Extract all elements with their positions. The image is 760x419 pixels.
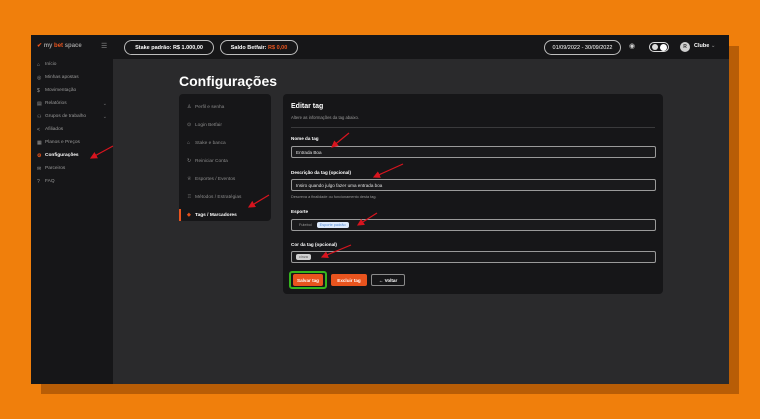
- delete-tag-button[interactable]: Excluir tag: [331, 274, 367, 286]
- sidebar: ⌂ Início ◎ Minhas apostas $ Movimentação…: [31, 59, 113, 384]
- form-title: Editar tag: [291, 103, 324, 110]
- edit-tag-form: Editar tag Altere as informações da tag …: [283, 94, 663, 294]
- chevron-down-icon: ⌄: [102, 113, 107, 120]
- tag-description-input[interactable]: Insiro quando julgo fazer uma entrada bo…: [291, 179, 656, 191]
- group-icon: ⚇: [37, 113, 42, 120]
- settings-item-perfil[interactable]: ♙ Perfil e senha: [179, 101, 271, 113]
- bank-icon: ⌂: [187, 140, 191, 146]
- menu-toggle-icon[interactable]: ☰: [101, 42, 107, 50]
- tag-description-label: Descrição da tag (opcional): [291, 170, 351, 175]
- balance-value: R$ 0,00: [268, 44, 288, 51]
- tag-color-label: Cor da tag (opcional): [291, 242, 337, 247]
- logo[interactable]: ✔ my bet space: [37, 42, 82, 49]
- sidebar-item-afiliados[interactable]: < Afiliados: [37, 125, 111, 134]
- app-window: ✔ my bet space ☰ Stake padrão: R$ 1.000,…: [31, 35, 729, 384]
- settings-item-reiniciar[interactable]: ↻ Reiniciar Conta: [179, 155, 271, 167]
- divider: [291, 127, 655, 128]
- report-icon: ▤: [37, 100, 42, 107]
- sidebar-item-parceiros[interactable]: ✉ Parceiros: [37, 164, 111, 173]
- page-title: Configurações: [179, 73, 278, 89]
- sport-option[interactable]: Futebol: [296, 222, 315, 228]
- money-icon: $: [37, 87, 40, 94]
- sidebar-item-minhas-apostas[interactable]: ◎ Minhas apostas: [37, 73, 111, 82]
- moon-icon: [652, 44, 658, 50]
- form-subtitle: Altere as informações da tag abaixo.: [291, 115, 359, 120]
- chevron-down-icon: ⌄: [710, 43, 716, 49]
- back-button[interactable]: ← Voltar: [371, 274, 405, 286]
- sidebar-item-configuracoes[interactable]: ⚙ Configurações: [37, 151, 111, 160]
- settings-item-metodos[interactable]: ♖ Métodos / Estratégias: [179, 191, 271, 203]
- home-icon: ⌂: [37, 61, 41, 68]
- sport-label: Esporte: [291, 209, 309, 214]
- share-icon: <: [37, 126, 40, 133]
- ticket-icon: ◎: [37, 74, 42, 81]
- settings-item-tags[interactable]: ◈ Tags / Marcadores: [179, 209, 271, 221]
- tag-icon: ◈: [187, 212, 191, 218]
- sidebar-item-faq[interactable]: ? FAQ: [37, 177, 111, 186]
- trophy-icon: ♕: [187, 176, 192, 182]
- tag-color-select[interactable]: cinza: [291, 251, 656, 263]
- theme-toggle[interactable]: [649, 42, 669, 52]
- eye-icon[interactable]: ◉: [629, 42, 635, 50]
- avatar[interactable]: R: [680, 42, 690, 52]
- top-bar: ✔ my bet space ☰ Stake padrão: R$ 1.000,…: [31, 35, 729, 59]
- sidebar-item-planos[interactable]: ▦ Planos e Preços: [37, 138, 111, 147]
- tag-name-label: Nome da tag: [291, 136, 319, 141]
- strategy-icon: ♖: [187, 194, 192, 200]
- sidebar-item-relatorios[interactable]: ▤ Relatórios ⌄: [37, 99, 111, 108]
- club-menu[interactable]: Clube ⌄: [694, 43, 715, 49]
- tag-description-hint: Descreva a finalidade ou funcionamento d…: [291, 195, 377, 199]
- arrow-left-icon: ←: [378, 277, 384, 283]
- toggle-knob: [660, 44, 667, 51]
- settings-item-esportes[interactable]: ♕ Esportes / Eventos: [179, 173, 271, 185]
- settings-item-login-betfair[interactable]: ⊙ Login Betfair: [179, 119, 271, 131]
- save-tag-button[interactable]: Salvar tag: [293, 274, 323, 286]
- color-chip[interactable]: cinza: [296, 254, 311, 260]
- plans-icon: ▦: [37, 139, 42, 146]
- refresh-icon: ↻: [187, 158, 192, 164]
- sport-select[interactable]: Futebol Esporte padrão: [291, 219, 656, 231]
- partners-icon: ✉: [37, 165, 42, 172]
- help-icon: ?: [37, 178, 40, 185]
- sidebar-item-inicio[interactable]: ⌂ Início: [37, 60, 111, 69]
- settings-item-stake[interactable]: ⌂ Stake e banca: [179, 137, 271, 149]
- user-icon: ♙: [187, 104, 192, 110]
- chevron-down-icon: ⌄: [102, 100, 107, 107]
- sidebar-item-grupos[interactable]: ⚇ Grupos de trabalho ⌄: [37, 112, 111, 121]
- logo-mark-icon: ✔: [37, 43, 43, 49]
- stake-pill[interactable]: Stake padrão: R$ 1.000,00: [124, 40, 214, 55]
- sidebar-item-movimentacao[interactable]: $ Movimentação: [37, 86, 111, 95]
- date-range-picker[interactable]: 01/09/2022 - 30/09/2022: [544, 40, 621, 55]
- settings-menu: ♙ Perfil e senha ⊙ Login Betfair ⌂ Stake…: [179, 94, 271, 221]
- tag-name-input[interactable]: Entrada Boa: [291, 146, 656, 158]
- balance-pill[interactable]: Saldo Betfair: R$ 0,00: [220, 40, 298, 55]
- settings-icon: ⚙: [37, 152, 42, 159]
- login-icon: ⊙: [187, 122, 192, 128]
- sport-default-chip[interactable]: Esporte padrão: [316, 222, 349, 228]
